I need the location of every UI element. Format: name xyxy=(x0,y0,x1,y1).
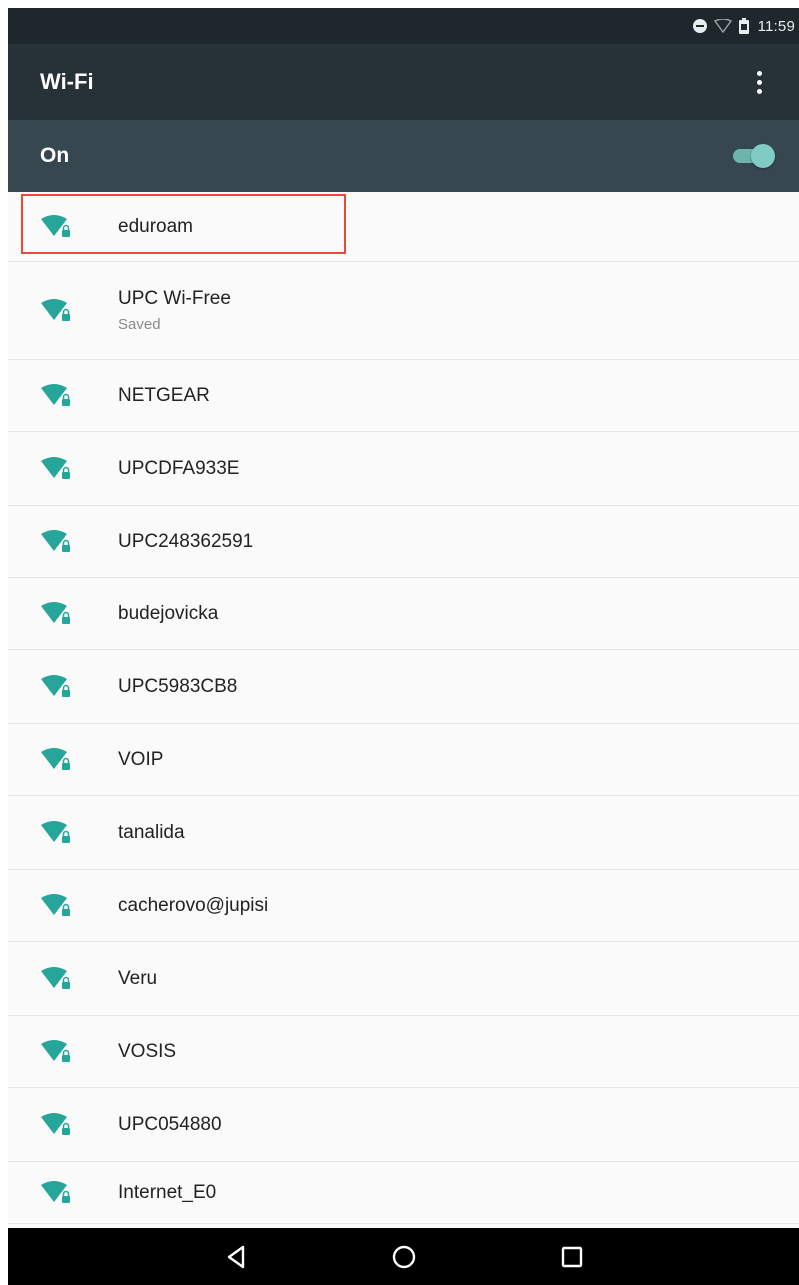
network-row[interactable]: VOSIS xyxy=(8,1016,799,1088)
network-text: Veru xyxy=(118,968,157,990)
wifi-master-switch-bar[interactable]: On xyxy=(8,120,799,192)
wifi-lock-icon xyxy=(40,674,72,700)
network-row[interactable]: eduroam xyxy=(8,192,799,262)
network-text: tanalida xyxy=(118,822,185,844)
wifi-lock-icon xyxy=(40,1039,72,1065)
network-ssid: tanalida xyxy=(118,821,185,843)
wifi-lock-icon xyxy=(40,966,72,992)
network-row[interactable]: UPC248362591 xyxy=(8,506,799,578)
wifi-lock-icon xyxy=(40,820,72,846)
do-not-disturb-icon xyxy=(692,18,708,34)
wifi-outline-icon xyxy=(713,19,732,33)
network-ssid: UPC Wi-Free xyxy=(118,288,231,309)
network-text: VOIP xyxy=(118,749,163,771)
network-ssid: Veru xyxy=(118,967,158,989)
network-text: budejovicka xyxy=(118,603,218,625)
network-ssid: budejovicka xyxy=(118,602,219,624)
network-ssid: cacherovo@jupisi xyxy=(118,894,269,916)
status-bar: 11:59 xyxy=(8,8,799,44)
network-ssid: UPCDFA933E xyxy=(118,457,240,479)
status-time: 11:59 xyxy=(757,17,795,35)
network-text: UPC054880 xyxy=(118,1114,222,1136)
wifi-lock-icon xyxy=(40,298,72,324)
wifi-lock-icon xyxy=(40,1112,72,1138)
network-row[interactable]: UPC054880 xyxy=(8,1088,799,1162)
network-row[interactable]: VOIP xyxy=(8,724,799,796)
network-text: UPC Wi-Free Saved xyxy=(118,288,231,333)
network-list: eduroam UPC Wi-Free Saved NETGEAR UPCDFA933E… xyxy=(8,192,799,1224)
network-ssid: NETGEAR xyxy=(118,384,210,406)
network-row[interactable]: UPC5983CB8 xyxy=(8,650,799,724)
wifi-lock-icon xyxy=(40,456,72,482)
network-row[interactable]: Veru xyxy=(8,942,799,1016)
more-vert-icon[interactable] xyxy=(747,62,771,102)
network-row[interactable]: cacherovo@jupisi xyxy=(8,870,799,942)
wifi-toggle[interactable] xyxy=(731,144,775,168)
network-text: VOSIS xyxy=(118,1041,176,1063)
network-text: eduroam xyxy=(118,216,193,238)
switch-label: On xyxy=(40,144,70,167)
app-bar: Wi-Fi xyxy=(8,44,799,120)
network-text: UPCDFA933E xyxy=(118,458,239,480)
back-icon[interactable] xyxy=(214,1235,258,1279)
network-ssid: eduroam xyxy=(118,215,193,237)
network-ssid: Internet_E0 xyxy=(118,1181,217,1203)
network-ssid: UPC5983CB8 xyxy=(118,675,238,697)
battery-icon xyxy=(738,18,750,34)
wifi-lock-icon xyxy=(40,1180,72,1206)
network-text: NETGEAR xyxy=(118,385,210,407)
network-row[interactable]: Internet_E0 xyxy=(8,1162,799,1224)
recents-icon[interactable] xyxy=(550,1235,594,1279)
wifi-lock-icon xyxy=(40,601,72,627)
network-status: Saved xyxy=(118,316,161,333)
screen: 11:59 Wi-Fi On eduroam UPC Wi-Free Saved NE… xyxy=(8,8,799,1285)
network-ssid: VOIP xyxy=(118,748,164,770)
wifi-lock-icon xyxy=(40,383,72,409)
wifi-lock-icon xyxy=(40,214,72,240)
wifi-lock-icon xyxy=(40,893,72,919)
network-text: Internet_E0 xyxy=(118,1182,216,1204)
network-row[interactable]: UPCDFA933E xyxy=(8,432,799,506)
network-ssid: UPC054880 xyxy=(118,1113,222,1135)
network-text: cacherovo@jupisi xyxy=(118,895,268,917)
network-ssid: UPC248362591 xyxy=(118,530,254,552)
network-text: UPC248362591 xyxy=(118,531,253,553)
network-text: UPC5983CB8 xyxy=(118,676,237,698)
network-row[interactable]: UPC Wi-Free Saved xyxy=(8,262,799,360)
network-ssid: VOSIS xyxy=(118,1040,177,1062)
network-row[interactable]: budejovicka xyxy=(8,578,799,650)
network-row[interactable]: NETGEAR xyxy=(8,360,799,432)
toggle-thumb xyxy=(751,144,775,168)
wifi-lock-icon xyxy=(40,529,72,555)
home-icon[interactable] xyxy=(382,1235,426,1279)
wifi-lock-icon xyxy=(40,747,72,773)
navigation-bar xyxy=(8,1228,799,1285)
network-row[interactable]: tanalida xyxy=(8,796,799,870)
page-title: Wi-Fi xyxy=(40,69,94,94)
